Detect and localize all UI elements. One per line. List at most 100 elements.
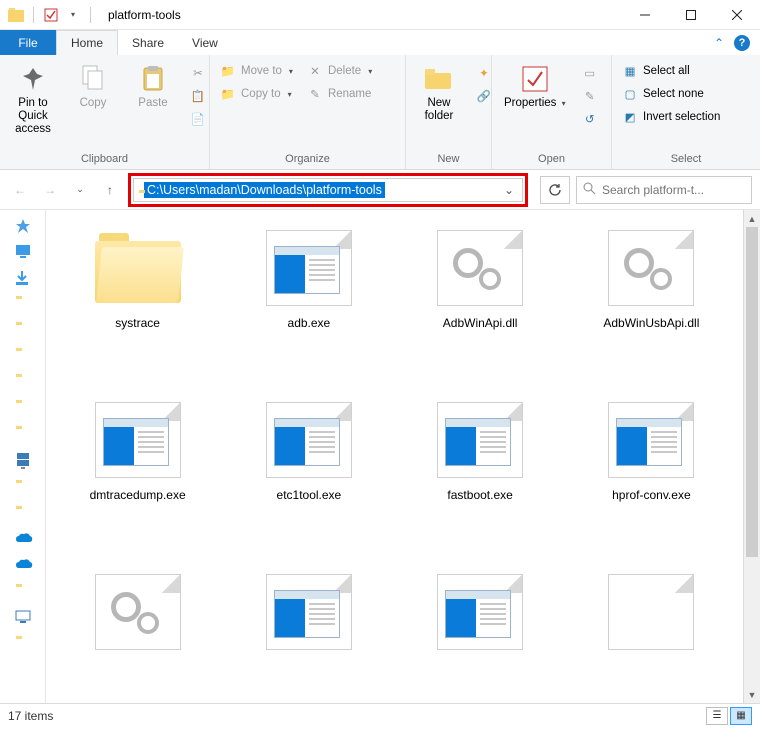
new-item-icon: ✦	[476, 65, 492, 81]
titlebar: ▾ platform-tools	[0, 0, 760, 30]
refresh-button[interactable]	[540, 176, 570, 204]
properties-icon	[519, 63, 551, 95]
paste-shortcut-button[interactable]: 📄	[186, 109, 210, 129]
new-folder-icon	[423, 63, 455, 95]
file-icon	[603, 226, 699, 310]
monitor-icon[interactable]	[15, 610, 31, 626]
open-icon: ▭	[582, 65, 598, 81]
history-button[interactable]: ↺	[578, 109, 602, 129]
copy-to-icon: 📁	[220, 86, 236, 102]
file-item[interactable]: AdbWinApi.dll	[399, 226, 562, 386]
scroll-down-icon[interactable]: ▼	[744, 686, 760, 703]
collapse-ribbon-icon[interactable]: ⌃	[714, 36, 724, 50]
back-button[interactable]: ←	[8, 176, 32, 204]
folder-icon[interactable]	[15, 426, 31, 442]
copy-path-button[interactable]: 📋	[186, 86, 210, 106]
group-label-new: New	[412, 151, 485, 167]
file-name: dmtracedump.exe	[90, 488, 186, 502]
nav-pane[interactable]	[0, 210, 46, 703]
file-name: AdbWinApi.dll	[443, 316, 518, 330]
quick-access-icon[interactable]	[15, 218, 31, 234]
maximize-button[interactable]	[668, 0, 714, 30]
tab-home[interactable]: Home	[56, 30, 118, 55]
status-bar: 17 items ☰ ▦	[0, 703, 760, 727]
scissors-icon: ✂	[190, 65, 206, 81]
rename-button[interactable]: ✎Rename	[303, 84, 376, 104]
file-item[interactable]	[56, 570, 219, 703]
folder-icon[interactable]	[15, 584, 31, 600]
help-icon[interactable]: ?	[734, 35, 750, 51]
paste-button[interactable]: Paste	[126, 59, 180, 114]
properties-button[interactable]: Properties ▾	[498, 59, 572, 114]
pin-to-quick-access-button[interactable]: Pin to Quick access	[6, 59, 60, 141]
group-label-select: Select	[618, 151, 754, 167]
open-button[interactable]: ▭	[578, 63, 602, 83]
file-item[interactable]: etc1tool.exe	[227, 398, 390, 558]
file-name: fastboot.exe	[447, 488, 512, 502]
close-button[interactable]	[714, 0, 760, 30]
copy-icon	[77, 63, 109, 95]
address-dropdown-icon[interactable]: ⌄	[500, 183, 518, 197]
up-button[interactable]: ↑	[98, 176, 122, 204]
minimize-button[interactable]	[622, 0, 668, 30]
invert-selection-button[interactable]: ◩Invert selection	[618, 107, 724, 127]
search-box[interactable]	[576, 176, 752, 204]
downloads-icon[interactable]	[15, 270, 31, 286]
cut-button[interactable]: ✂	[186, 63, 210, 83]
move-to-button[interactable]: 📁Move to▾	[216, 61, 297, 81]
details-view-button[interactable]: ☰	[706, 707, 728, 725]
recent-locations-button[interactable]: ⌄	[68, 176, 92, 204]
file-tab[interactable]: File	[0, 30, 56, 55]
folder-icon[interactable]	[15, 506, 31, 522]
file-icon	[90, 570, 186, 654]
file-item[interactable]: hprof-conv.exe	[570, 398, 733, 558]
file-item[interactable]: systrace	[56, 226, 219, 386]
large-icons-view-button[interactable]: ▦	[730, 707, 752, 725]
forward-button[interactable]: →	[38, 176, 62, 204]
folder-icon[interactable]	[15, 296, 31, 312]
folder-icon[interactable]	[15, 348, 31, 364]
file-item[interactable]	[570, 570, 733, 703]
ribbon: Pin to Quick access Copy Paste ✂ 📋 📄 Cli…	[0, 55, 760, 170]
search-input[interactable]	[602, 183, 745, 197]
edit-button[interactable]: ✎	[578, 86, 602, 106]
file-item[interactable]: dmtracedump.exe	[56, 398, 219, 558]
qat-dropdown-icon[interactable]: ▾	[65, 7, 81, 23]
onedrive-icon[interactable]	[15, 558, 31, 574]
tab-view[interactable]: View	[178, 30, 232, 55]
file-icon	[90, 226, 186, 310]
desktop-icon[interactable]	[15, 244, 31, 260]
delete-button[interactable]: ✕Delete▾	[303, 61, 376, 81]
tab-share[interactable]: Share	[118, 30, 178, 55]
select-all-button[interactable]: ▦Select all	[618, 61, 724, 81]
folder-icon[interactable]	[15, 322, 31, 338]
file-item[interactable]	[227, 570, 390, 703]
copy-to-button[interactable]: 📁Copy to▾	[216, 84, 297, 104]
folder-icon[interactable]	[15, 374, 31, 390]
scroll-up-icon[interactable]: ▲	[744, 210, 760, 227]
select-all-icon: ▦	[622, 63, 638, 79]
file-item[interactable]: adb.exe	[227, 226, 390, 386]
onedrive-icon[interactable]	[15, 532, 31, 548]
file-icon	[603, 398, 699, 482]
file-grid[interactable]: systraceadb.exe AdbWinApi.dll AdbWinUsbApi…	[46, 210, 743, 703]
this-pc-icon[interactable]	[15, 452, 31, 470]
file-icon	[432, 570, 528, 654]
address-bar[interactable]: C:\Users\madan\Downloads\platform-tools …	[133, 178, 523, 202]
file-icon	[90, 398, 186, 482]
properties-quick-icon[interactable]	[43, 7, 59, 23]
folder-icon[interactable]	[15, 636, 31, 652]
folder-icon[interactable]	[15, 480, 31, 496]
select-none-button[interactable]: ▢Select none	[618, 84, 724, 104]
scrollbar-thumb[interactable]	[746, 227, 758, 557]
scrollbar[interactable]: ▲ ▼	[743, 210, 760, 703]
move-icon: 📁	[220, 63, 236, 79]
file-item[interactable]: AdbWinUsbApi.dll	[570, 226, 733, 386]
new-folder-button[interactable]: New folder	[412, 59, 466, 127]
file-item[interactable]	[399, 570, 562, 703]
copy-button[interactable]: Copy	[66, 59, 120, 114]
folder-icon[interactable]	[15, 400, 31, 416]
address-path[interactable]: C:\Users\madan\Downloads\platform-tools	[144, 182, 385, 198]
file-item[interactable]: fastboot.exe	[399, 398, 562, 558]
file-name: AdbWinUsbApi.dll	[603, 316, 699, 330]
